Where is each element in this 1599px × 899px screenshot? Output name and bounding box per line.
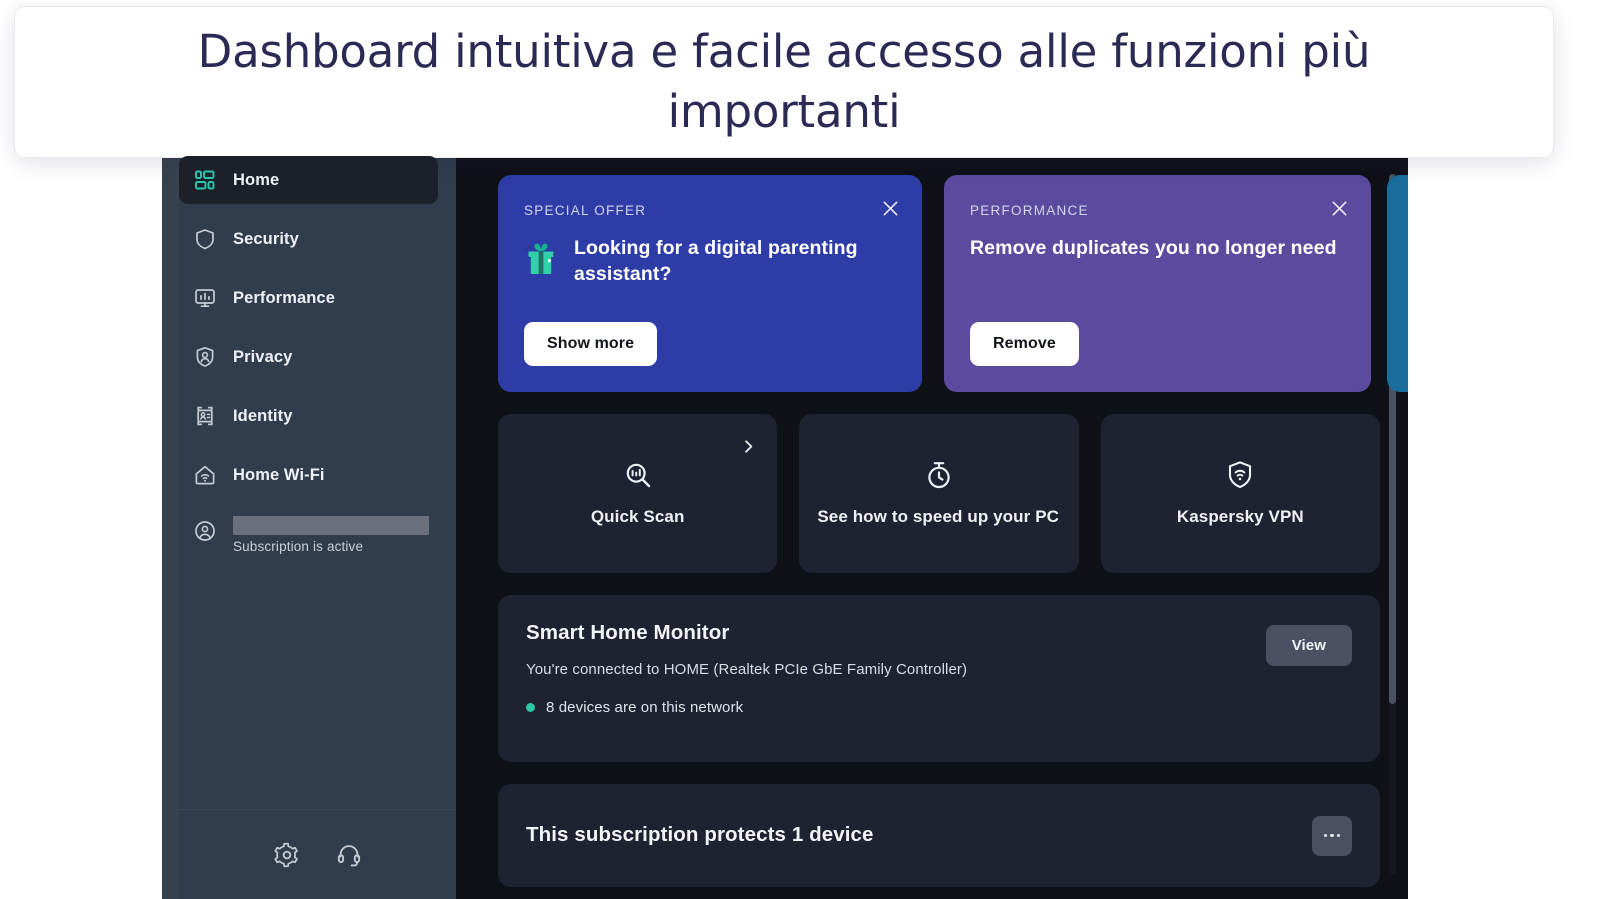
sidebar-item-label: Security <box>233 229 299 248</box>
tile-label: Kaspersky VPN <box>1176 506 1304 526</box>
close-icon[interactable] <box>1330 199 1349 218</box>
main-content: SPECIAL OFFER Looking for a digital pare… <box>456 150 1408 899</box>
special-offer-banner[interactable]: SPECIAL OFFER Looking for a digital pare… <box>498 175 922 392</box>
headline-overlay-card: Dashboard intuitiva e facile accesso all… <box>14 6 1554 158</box>
banner-kicker: PERFORMANCE <box>970 203 1089 218</box>
sidebar: Home Security Performance Privacy Identi… <box>162 150 456 899</box>
sidebar-item-security[interactable]: Security <box>179 215 438 263</box>
network-status-row: 8 devices are on this network <box>526 699 1352 716</box>
offscreen-card-peek[interactable] <box>1387 175 1408 392</box>
banner-body: Remove duplicates you no longer need <box>970 236 1345 262</box>
sidebar-item-home-wifi[interactable]: Home Wi-Fi <box>179 451 438 499</box>
main-inner: SPECIAL OFFER Looking for a digital pare… <box>456 162 1408 887</box>
tile-label: Quick Scan <box>590 506 685 526</box>
tile-quick-scan[interactable]: Quick Scan <box>498 414 778 573</box>
dot <box>1323 833 1328 838</box>
banner-title: Remove duplicates you no longer need <box>970 237 1337 259</box>
dot <box>1330 833 1334 838</box>
sidebar-item-label: Identity <box>233 406 293 425</box>
privacy-shield-icon <box>196 346 214 367</box>
sidebar-item-label: Home Wi-Fi <box>233 465 325 484</box>
headset-icon[interactable] <box>336 842 362 868</box>
status-dot <box>526 703 535 712</box>
performance-banner[interactable]: PERFORMANCE Remove duplicates you no lon… <box>944 175 1371 392</box>
sidebar-item-privacy[interactable]: Privacy <box>179 333 438 381</box>
banner-title: Looking for a digital parenting assistan… <box>574 237 858 285</box>
sidebar-item-performance[interactable]: Performance <box>179 274 438 322</box>
sidebar-nav: Home Security Performance Privacy Identi… <box>162 156 456 510</box>
more-options-icon[interactable] <box>1312 815 1352 856</box>
sidebar-item-label: Home <box>233 170 280 189</box>
panel-title: Smart Home Monitor <box>526 621 730 644</box>
sidebar-item-identity[interactable]: Identity <box>179 392 438 440</box>
headline-text: Dashboard intuitiva e facile accesso all… <box>197 25 1371 138</box>
subscription-title: This subscription protects 1 device <box>526 822 874 846</box>
subscription-panel: This subscription protects 1 device <box>498 784 1380 887</box>
id-card-icon <box>197 406 213 426</box>
device-count-text: 8 devices are on this network <box>546 699 744 716</box>
sidebar-footer <box>179 809 456 899</box>
sidebar-item-label: Privacy <box>233 347 293 366</box>
sidebar-account[interactable]: Subscription is active <box>162 512 456 554</box>
close-icon[interactable] <box>881 199 900 218</box>
account-name-redacted <box>233 516 429 535</box>
remove-button[interactable]: Remove <box>970 322 1079 366</box>
tile-label: See how to speed up your PC <box>817 506 1060 526</box>
show-more-button[interactable]: Show more <box>524 322 658 366</box>
connection-info: You're connected to HOME (Realtek PCIe G… <box>526 661 968 678</box>
gear-icon[interactable] <box>273 842 300 868</box>
screenshot-root: Home Security Performance Privacy Identi… <box>0 0 1599 899</box>
shield-icon <box>196 229 214 250</box>
tile-kaspersky-vpn[interactable]: Kaspersky VPN <box>1100 414 1380 573</box>
gift-icon <box>525 243 557 274</box>
sidebar-item-home[interactable]: Home <box>179 156 438 204</box>
vpn-shield-icon <box>1229 460 1252 488</box>
home-wifi-icon <box>195 465 215 485</box>
chevron-right-icon <box>745 440 753 453</box>
scan-magnifier-icon <box>626 463 650 487</box>
dashboard-icon <box>195 170 215 190</box>
account-icon <box>195 521 215 541</box>
banner-row: SPECIAL OFFER Looking for a digital pare… <box>498 175 1380 392</box>
smart-home-monitor-panel: Smart Home Monitor You're connected to H… <box>498 595 1380 762</box>
subscription-status: Subscription is active <box>233 539 364 554</box>
banner-body: Looking for a digital parenting assistan… <box>524 236 896 287</box>
dot <box>1336 833 1341 838</box>
banner-kicker: SPECIAL OFFER <box>524 203 647 218</box>
view-button[interactable]: View <box>1265 625 1352 666</box>
sidebar-item-label: Performance <box>233 288 335 307</box>
tile-speed-up-pc[interactable]: See how to speed up your PC <box>799 414 1079 573</box>
kaspersky-app-window: Home Security Performance Privacy Identi… <box>162 150 1408 899</box>
quick-action-tiles: Quick Scan See how to speed up your PC K… <box>498 414 1380 573</box>
monitor-icon <box>195 289 215 308</box>
stopwatch-icon <box>928 461 950 488</box>
